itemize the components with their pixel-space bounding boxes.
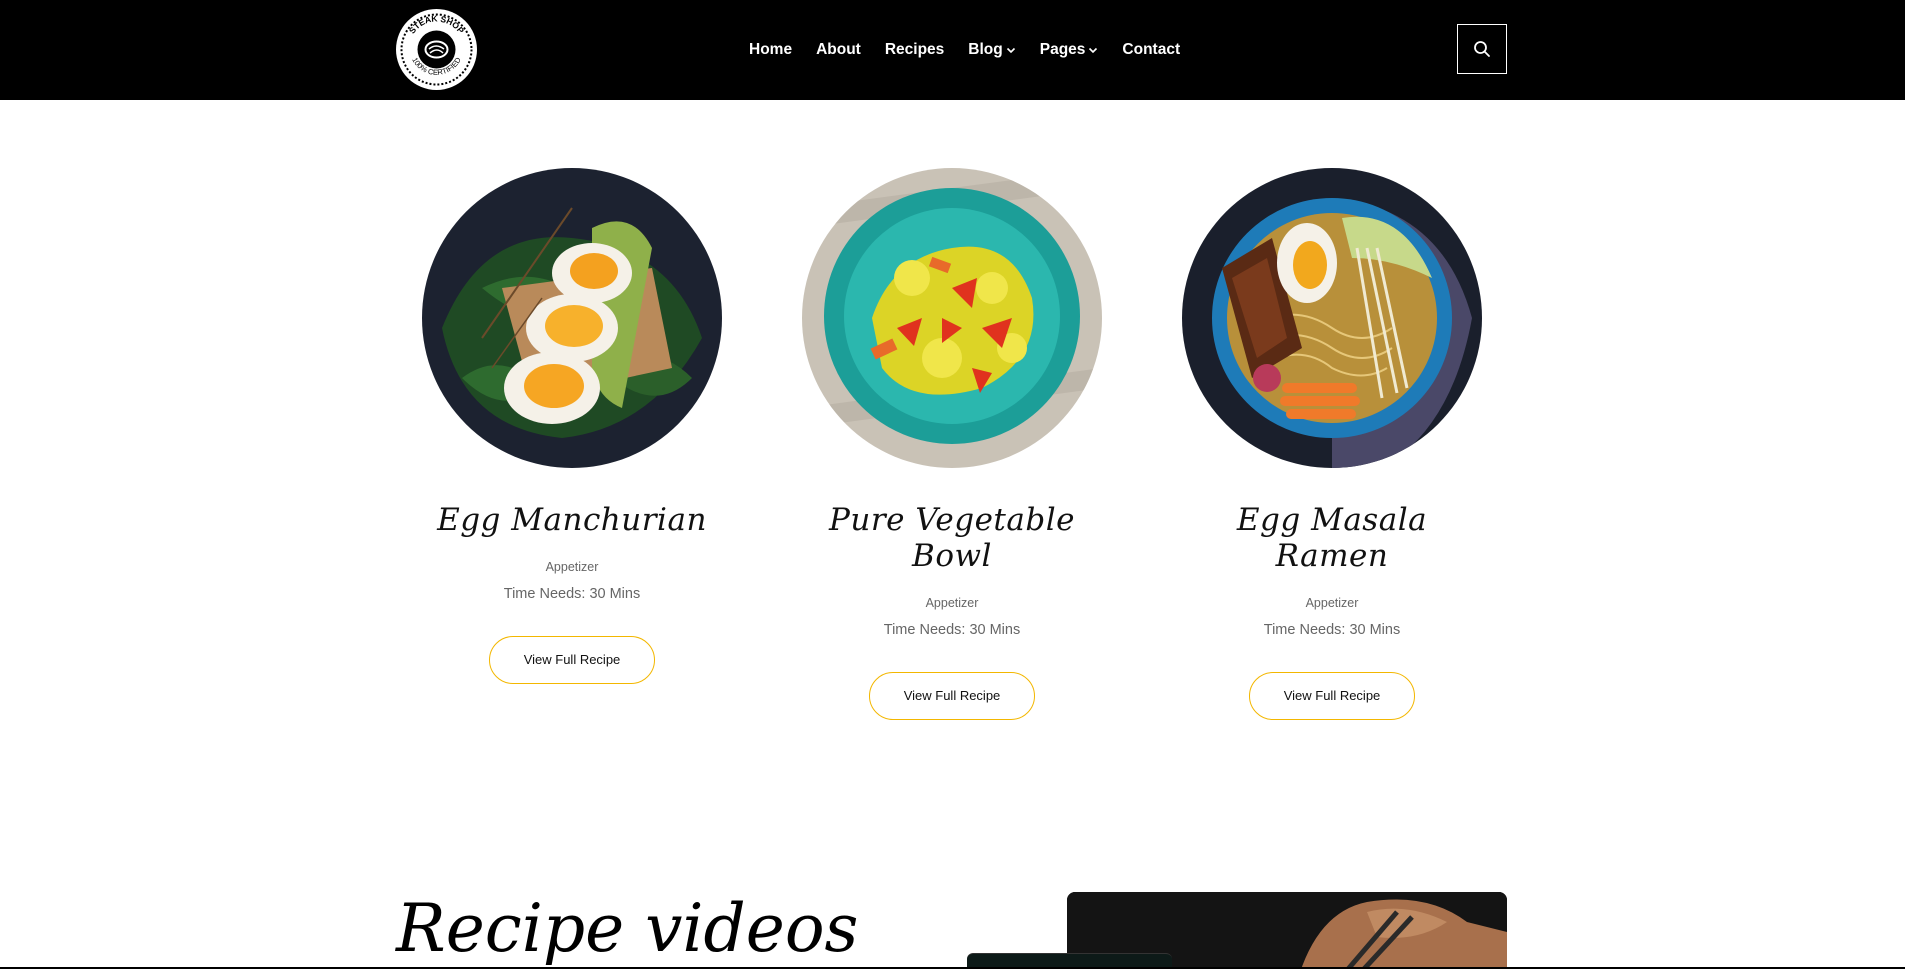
recipe-title[interactable]: Egg Masala Ramen <box>1182 502 1482 574</box>
steak-shop-logo[interactable]: STEAK SHOP 100% CERTIFIED <box>396 9 477 90</box>
nav-contact[interactable]: Contact <box>1122 41 1180 59</box>
recipe-time: Time Needs: 30 Mins <box>883 622 1021 638</box>
recipe-card: Egg Manchurian Appetizer Time Needs: 30 … <box>422 168 722 684</box>
recipe-category: Appetizer <box>925 596 979 610</box>
chevron-down-icon <box>1089 47 1098 54</box>
nav-pages-label[interactable]: Pages <box>1040 41 1086 59</box>
main-nav: Home About Recipes Blog Pages Contact <box>749 0 1204 100</box>
recipe-image-egg-manchurian[interactable] <box>422 168 722 468</box>
nav-home[interactable]: Home <box>749 41 792 59</box>
nav-about[interactable]: About <box>816 41 861 59</box>
nav-contact-label[interactable]: Contact <box>1122 41 1180 59</box>
search-button[interactable] <box>1457 24 1507 74</box>
recipe-card: Egg Masala Ramen Appetizer Time Needs: 3… <box>1182 168 1482 720</box>
recipe-category: Appetizer <box>1305 596 1359 610</box>
recipe-time: Time Needs: 30 Mins <box>503 586 641 602</box>
view-full-recipe-button[interactable]: View Full Recipe <box>489 636 655 684</box>
recipe-card: Pure Vegetable Bowl Appetizer Time Needs… <box>802 168 1102 720</box>
recipe-category: Appetizer <box>545 560 599 574</box>
nav-home-label[interactable]: Home <box>749 41 792 59</box>
recipe-title[interactable]: Pure Vegetable Bowl <box>802 502 1102 574</box>
chevron-down-icon <box>1006 47 1015 54</box>
site-header: STEAK SHOP 100% CERTIFIED Home About Rec… <box>0 0 1905 100</box>
nav-about-label[interactable]: About <box>816 41 861 59</box>
recipe-image-pure-vegetable-bowl[interactable] <box>802 168 1102 468</box>
recipe-image-egg-masala-ramen[interactable] <box>1182 168 1482 468</box>
nav-pages[interactable]: Pages <box>1040 41 1099 59</box>
nav-blog-label[interactable]: Blog <box>968 41 1002 59</box>
recipe-videos-heading: Recipe videos <box>396 890 859 967</box>
nav-recipes[interactable]: Recipes <box>885 41 944 59</box>
view-full-recipe-button[interactable]: View Full Recipe <box>869 672 1035 720</box>
nav-recipes-label[interactable]: Recipes <box>885 41 944 59</box>
view-full-recipe-button[interactable]: View Full Recipe <box>1249 672 1415 720</box>
nav-blog[interactable]: Blog <box>968 41 1015 59</box>
search-icon <box>1474 41 1490 57</box>
recipe-title[interactable]: Egg Manchurian <box>422 502 722 538</box>
recipe-time: Time Needs: 30 Mins <box>1263 622 1401 638</box>
